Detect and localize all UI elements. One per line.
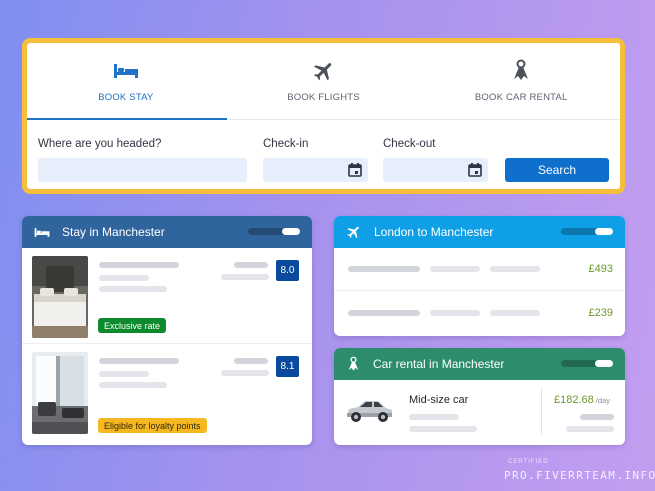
- destination-label: Where are you headed?: [38, 138, 162, 150]
- hotel-photo: [32, 256, 88, 338]
- rating-score: 8.0: [276, 260, 299, 281]
- car-rental-card: Car rental in Manchester Mid-size car £1…: [334, 348, 625, 445]
- rating-score: 8.1: [276, 356, 299, 377]
- booking-tabs: BOOK STAY BOOK FLIGHTS BOOK CAR RENTAL: [27, 43, 620, 120]
- car-image: [347, 401, 392, 422]
- divider: [541, 388, 542, 434]
- tab-book-car-rental[interactable]: BOOK CAR RENTAL: [422, 43, 620, 119]
- tab-label: BOOK FLIGHTS: [287, 91, 360, 103]
- toggle-switch[interactable]: [248, 228, 300, 235]
- stay-results-card: Stay in Manchester 8.0 Exclusive rate 8.…: [22, 216, 312, 445]
- car-card-title: Car rental in Manchester: [373, 357, 505, 371]
- flight-results-card: London to Manchester £493 £239: [334, 216, 625, 336]
- hotel-listing[interactable]: 8.1 Eligible for loyalty points: [22, 344, 312, 440]
- checkout-label: Check-out: [383, 138, 436, 150]
- bed-icon: [113, 60, 139, 82]
- flight-card-header: London to Manchester: [334, 216, 625, 248]
- search-form: Where are you headed? Check-in Check-out…: [27, 120, 620, 189]
- flight-card-title: London to Manchester: [374, 225, 494, 239]
- flight-price: £239: [588, 307, 613, 319]
- bed-icon: [34, 227, 50, 237]
- stay-card-header: Stay in Manchester: [22, 216, 312, 248]
- car-key-icon: [348, 356, 359, 371]
- checkin-label: Check-in: [263, 138, 309, 150]
- car-price-unit: /day: [595, 396, 610, 405]
- car-price: £182.68/day: [554, 394, 610, 406]
- tab-label: BOOK STAY: [98, 91, 154, 103]
- flight-listing[interactable]: £239: [334, 291, 625, 334]
- plane-icon: [347, 226, 359, 239]
- plane-icon: [312, 60, 336, 82]
- checkout-field[interactable]: [383, 158, 488, 182]
- car-name: Mid-size car: [409, 394, 469, 406]
- car-key-icon: [510, 59, 532, 82]
- hotel-listing[interactable]: 8.0 Exclusive rate: [22, 248, 312, 344]
- status-badge: Exclusive rate: [98, 318, 167, 333]
- search-widget: BOOK STAY BOOK FLIGHTS BOOK CAR RENTAL W…: [22, 38, 625, 194]
- car-price-value: £182.68: [554, 394, 594, 406]
- tab-label: BOOK CAR RENTAL: [474, 91, 568, 103]
- tab-book-flights[interactable]: BOOK FLIGHTS: [225, 43, 423, 119]
- status-badge: Eligible for loyalty points: [98, 418, 207, 433]
- checkin-field[interactable]: [263, 158, 368, 182]
- watermark-label: CERTIFIED: [508, 459, 549, 465]
- calendar-icon[interactable]: [348, 163, 362, 177]
- flight-listing[interactable]: £493: [334, 248, 625, 291]
- flight-price: £493: [588, 263, 613, 275]
- hotel-photo: [32, 352, 88, 434]
- stay-card-title: Stay in Manchester: [62, 225, 165, 239]
- car-card-header: Car rental in Manchester: [334, 348, 625, 380]
- watermark: PRO.FIVERRTEAM.INFO: [504, 469, 655, 482]
- toggle-switch[interactable]: [561, 228, 613, 235]
- calendar-icon[interactable]: [468, 163, 482, 177]
- tab-book-stay[interactable]: BOOK STAY: [27, 43, 225, 119]
- search-button[interactable]: Search: [505, 158, 609, 182]
- destination-input[interactable]: [38, 158, 247, 182]
- car-listing[interactable]: Mid-size car £182.68/day: [334, 380, 625, 445]
- toggle-switch[interactable]: [561, 360, 613, 367]
